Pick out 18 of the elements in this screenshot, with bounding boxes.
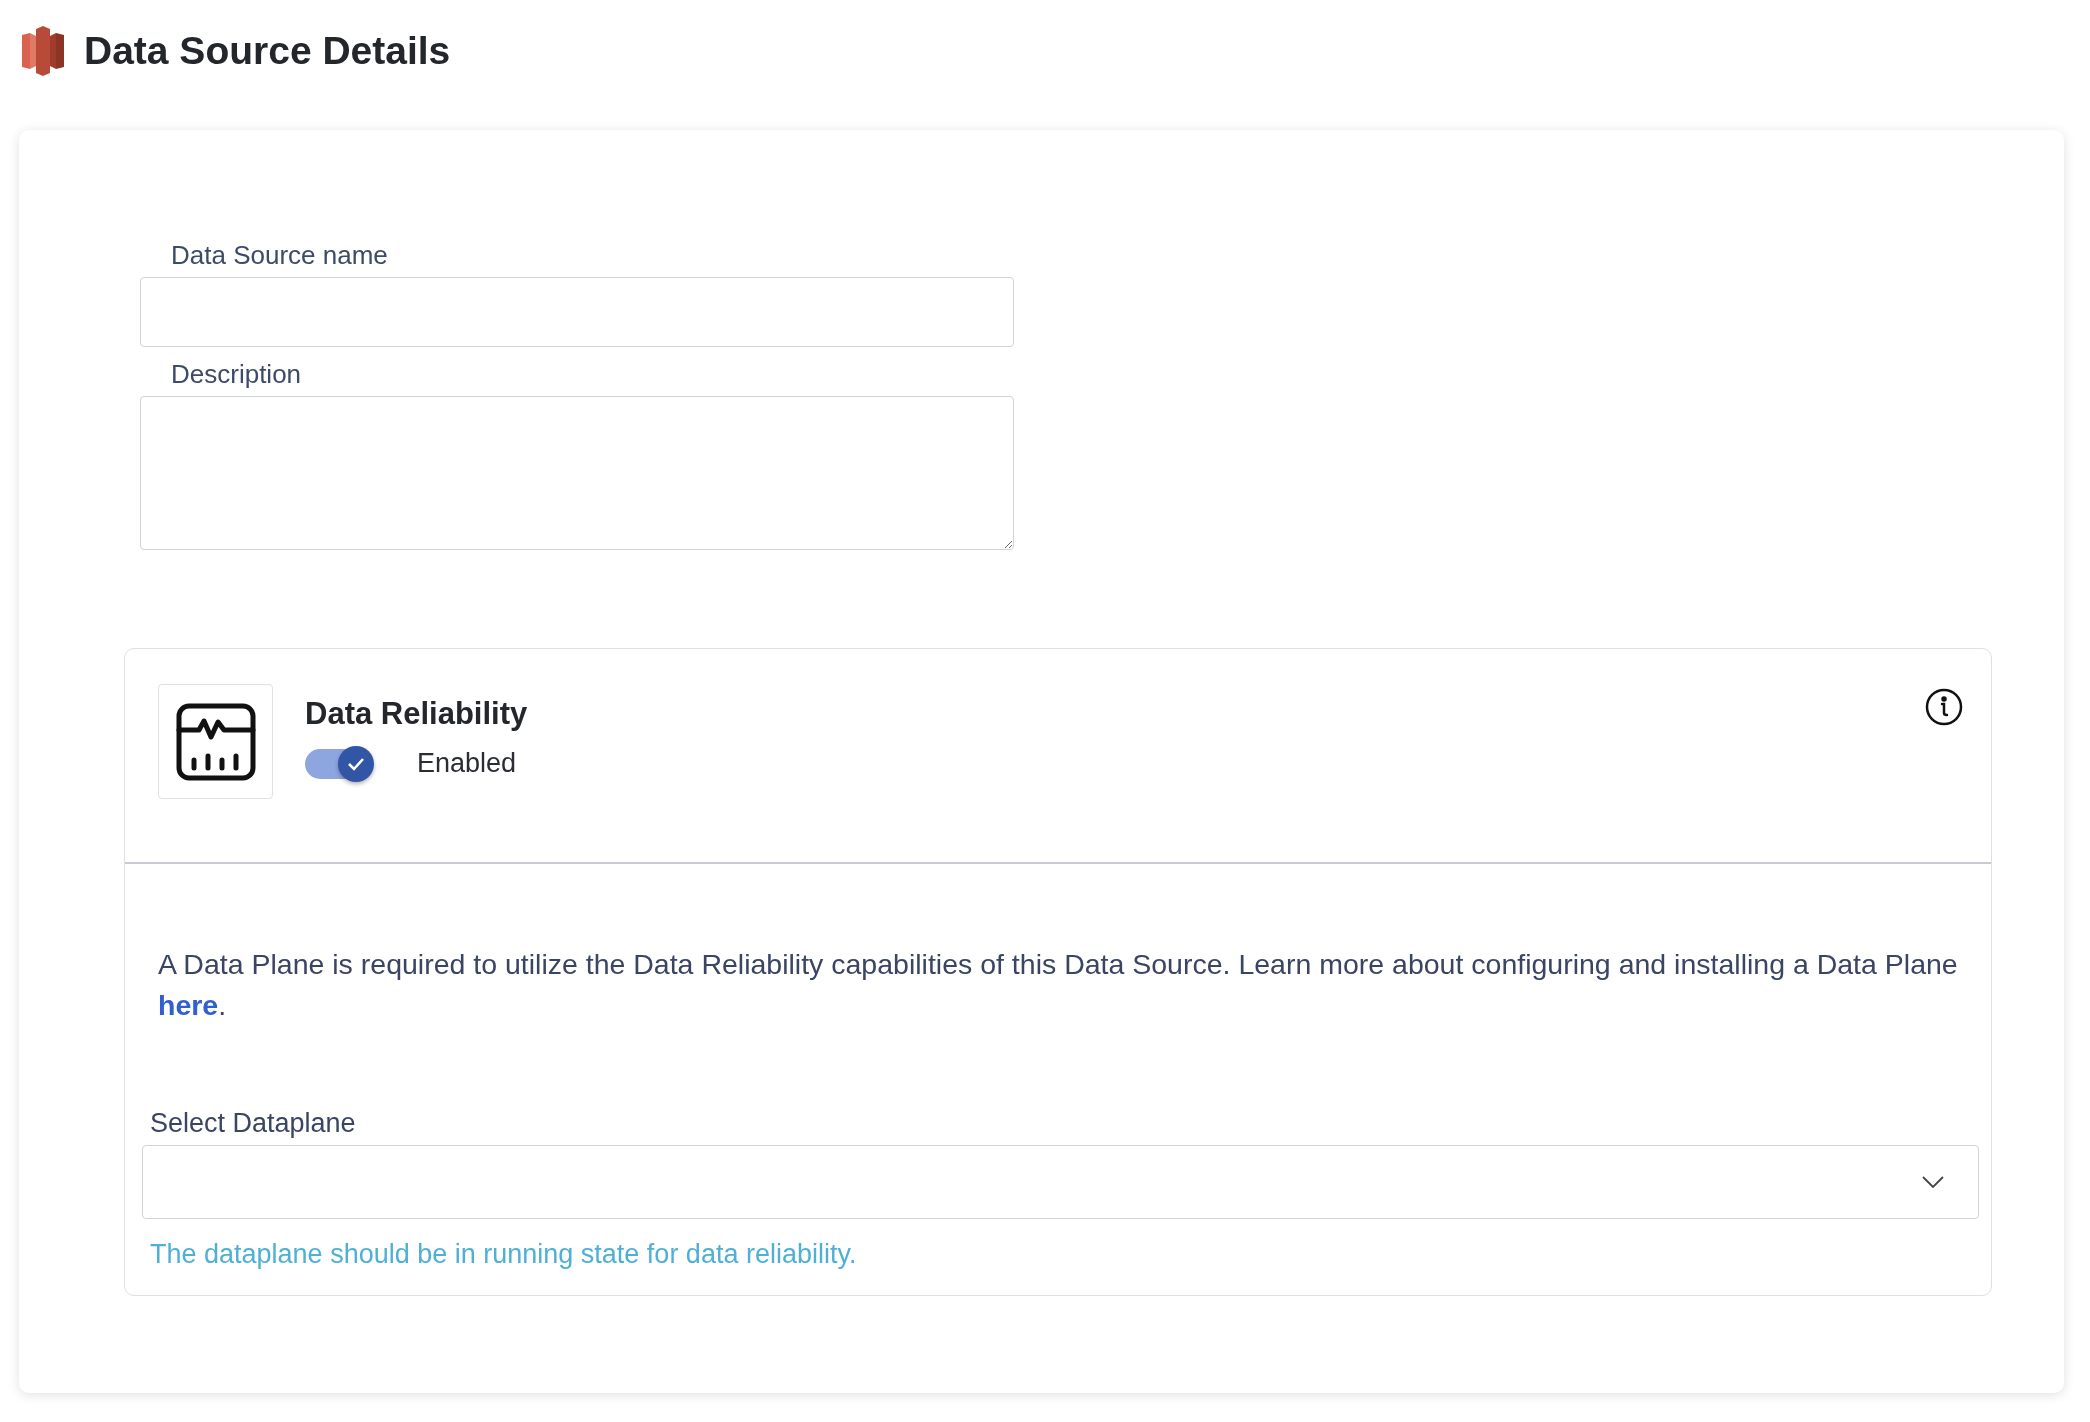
select-label: Select Dataplane (149, 1108, 357, 1139)
here-link[interactable]: here (158, 989, 219, 1021)
page-title: Data Source Details (84, 29, 451, 73)
toggle-label: Enabled (417, 748, 517, 779)
notice-text: A Data Plane is required to utilize the Data Reliability capabilities of this Data Source. Learn more about configuring and installing a Data Plane here. (158, 947, 1959, 1023)
dataplane-select[interactable] (142, 1145, 1979, 1219)
field-label: Data Source name (170, 240, 389, 271)
field-label: Description (170, 359, 303, 390)
name-field[interactable] (140, 277, 1014, 347)
info-icon[interactable] (1925, 688, 1963, 726)
logo-icon (22, 26, 64, 76)
section-title: Data Reliability (305, 696, 529, 732)
check-icon (347, 756, 365, 771)
monitor-icon (158, 684, 273, 799)
chevron-down-icon (1922, 1176, 1944, 1188)
description-field[interactable] (140, 396, 1014, 550)
toggle-switch[interactable] (305, 748, 373, 779)
hint-text: The dataplane should be in running state for data reliability. (149, 1239, 858, 1270)
